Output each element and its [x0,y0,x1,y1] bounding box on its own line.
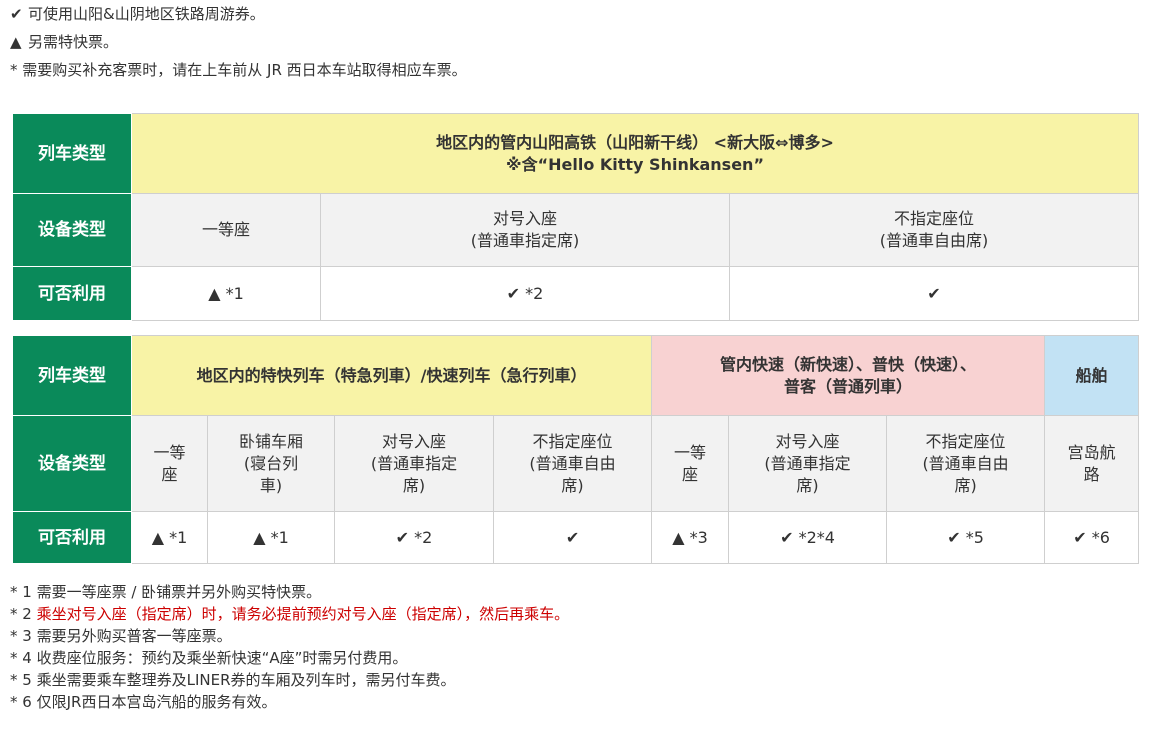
equipment-cell: 不指定座位 (普通車自由 席) [886,415,1046,512]
equipment-label: 一等座 [201,220,250,239]
availability-cell: ✔ [492,511,653,564]
equipment-cell: 不指定座位 (普通車自由 席) [492,415,653,512]
legend-triangle: ▲ 另需特快票。 [10,32,118,52]
availability-cell: ▲ *1 [207,511,335,564]
shinkansen-table: 列车类型 地区内的管内山阳高铁（山阳新干线） <新大阪⇔博多> ※含“Hello… [12,113,1140,321]
equipment-cell: 对号入座 (普通車指定席) [320,193,730,267]
equipment-sublabel: (普通車自由席) [879,231,989,250]
footnotes: * 1 需要一等座票 / 卧铺票并另外购买特快票。 * 2 乘坐对号入座（指定席… [10,581,569,713]
equipment-cell: 一等 座 [131,415,208,512]
shinkansen-subtitle: ※含“Hello Kitty Shinkansen” [506,154,764,174]
group-local-rapid-line2: 普客（普通列車） [784,376,913,396]
equipment-cell: 对号入座 (普通車指定 席) [728,415,888,512]
footnote-4: * 4 收费座位服务：预约及乘坐新快速“A座”时需另付费用。 [10,647,569,669]
footnote-mark: * 6 [10,693,37,711]
shinkansen-title: 地区内的管内山阳高铁（山阳新干线） <新大阪⇔博多> [436,132,834,152]
group-ship: 船舶 [1044,335,1140,416]
availability-cell: ▲ *3 [651,511,730,564]
row-label-train-type: 列车类型 [12,113,132,194]
footnote-text: 需要一等座票 / 卧铺票并另外购买特快票。 [36,583,322,601]
availability-cell: ▲ *1 [131,266,321,321]
equipment-cell: 一等 座 [651,415,730,512]
footnote-text: 需要另外购买普客一等座票。 [36,627,232,645]
availability-cell: ✔ *2*4 [728,511,888,564]
legend-check-text: 可使用山阳&山阴地区铁路周游券。 [28,5,265,23]
row-label-train-type: 列车类型 [12,335,132,416]
legend-triangle-text: 另需特快票。 [28,33,119,51]
availability-cell: ✔ *2 [334,511,494,564]
footnote-mark: * 1 [10,583,37,601]
footnote-3: * 3 需要另外购买普客一等座票。 [10,625,569,647]
footnote-mark: * 5 [10,671,37,689]
footnote-text: 仅限JR西日本宫岛汽船的服务有效。 [36,693,277,711]
footnote-6: * 6 仅限JR西日本宫岛汽船的服务有效。 [10,691,569,713]
row-label-availability: 可否利用 [12,511,132,564]
check-icon: ✔ [10,5,23,23]
footnote-1: * 1 需要一等座票 / 卧铺票并另外购买特快票。 [10,581,569,603]
legend-check: ✔ 可使用山阳&山阴地区铁路周游券。 [10,4,265,24]
group-local-rapid-line1: 管内快速（新快速）、普快（快速）、 [720,354,977,374]
footnote-text-warning: 乘坐对号入座（指定席）时，请务必提前预约对号入座（指定席），然后再乘车。 [36,605,570,623]
equipment-cell: 一等座 [131,193,321,267]
availability-cell: ▲ *1 [131,511,208,564]
availability-cell: ✔ *5 [886,511,1046,564]
availability-cell: ✔ *6 [1044,511,1140,564]
group-limited-express: 地区内的特快列车（特急列車）/快速列车（急行列車） [130,335,653,416]
asterisk-mark: * [10,61,18,79]
footnote-mark: * 4 [10,649,37,667]
train-ship-table: 列车类型 地区内的特快列车（特急列車）/快速列车（急行列車） 管内快速（新快速）… [12,335,1140,564]
row-label-equipment: 设备类型 [12,415,132,512]
row-label-availability: 可否利用 [12,266,132,321]
shinkansen-title-cell: 地区内的管内山阳高铁（山阳新干线） <新大阪⇔博多> ※含“Hello Kitt… [130,113,1140,194]
equipment-sublabel: (普通車指定席) [470,231,580,250]
availability-cell: ✔ [728,266,1140,321]
footnote-5: * 5 乘坐需要乘车整理券及LINER券的车厢及列车时，需另付车费。 [10,669,569,691]
legend-asterisk: * 需要购买补充客票时，请在上车前从 JR 西日本车站取得相应车票。 [10,60,467,80]
equipment-cell: 不指定座位 (普通車自由席) [728,193,1140,267]
availability-cell: ✔ *2 [320,266,730,321]
footnote-mark: * 3 [10,627,37,645]
equipment-cell: 对号入座 (普通車指定 席) [334,415,494,512]
footnote-text: 收费座位服务：预约及乘坐新快速“A座”时需另付费用。 [36,649,408,667]
equipment-label: 对号入座 [492,209,557,228]
row-label-equipment: 设备类型 [12,193,132,267]
equipment-label: 不指定座位 [894,209,975,228]
triangle-icon: ▲ [10,33,22,51]
footnote-text: 乘坐需要乘车整理券及LINER券的车厢及列车时，需另付车费。 [36,671,456,689]
footnote-2: * 2 乘坐对号入座（指定席）时，请务必提前预约对号入座（指定席），然后再乘车。 [10,603,569,625]
equipment-cell: 宫岛航 路 [1044,415,1140,512]
equipment-cell: 卧铺车厢 (寝台列 車) [207,415,335,512]
footnote-mark: * 2 [10,605,37,623]
group-local-rapid: 管内快速（新快速）、普快（快速）、 普客（普通列車） [651,335,1046,416]
legend-asterisk-text: 需要购买补充客票时，请在上车前从 JR 西日本车站取得相应车票。 [22,61,467,79]
